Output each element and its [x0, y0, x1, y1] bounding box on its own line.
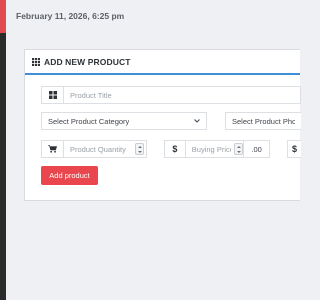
panel-title: ADD NEW PRODUCT	[44, 56, 131, 67]
buying-price-stepper[interactable]	[234, 143, 244, 155]
product-category-value: Select Product Category	[48, 116, 130, 126]
selling-price-currency-addon: $	[288, 141, 301, 157]
product-quantity-addon	[42, 141, 64, 157]
buying-price-field[interactable]: $ Buying Price .00	[164, 140, 270, 158]
sidebar-active-indicator	[0, 0, 6, 33]
add-product-panel: ADD NEW PRODUCT Product Title Select Pro…	[24, 49, 301, 201]
product-title-addon	[42, 87, 64, 103]
quantity-stepper[interactable]	[135, 143, 144, 155]
selling-price-field[interactable]: $	[287, 140, 301, 158]
product-photo-select[interactable]: Select Product Photo	[225, 112, 301, 130]
add-product-button[interactable]: Add product	[41, 166, 98, 185]
product-quantity-placeholder: Product Quantity	[70, 144, 126, 154]
shopping-cart-icon	[48, 145, 57, 153]
product-category-select[interactable]: Select Product Category	[41, 112, 207, 130]
currency-symbol: $	[172, 144, 178, 154]
product-photo-value: Select Product Photo	[232, 116, 295, 126]
buying-price-placeholder: Buying Price	[191, 144, 232, 154]
grid-icon	[32, 57, 40, 66]
buying-price-currency-addon: $	[165, 141, 186, 157]
product-quantity-field[interactable]: Product Quantity	[41, 140, 147, 158]
chevron-down-icon	[194, 119, 200, 123]
selling-currency-symbol: $	[291, 144, 297, 154]
panel-header: ADD NEW PRODUCT	[25, 50, 300, 75]
product-title-field[interactable]: Product Title	[41, 86, 301, 104]
sidebar-strip	[0, 0, 6, 300]
product-title-placeholder: Product Title	[70, 90, 112, 100]
th-large-icon	[48, 91, 57, 99]
buying-price-decimals-addon: .00	[243, 141, 270, 157]
current-datetime: February 11, 2026, 6:25 pm	[16, 11, 125, 21]
buying-price-decimals: .00	[251, 144, 262, 154]
